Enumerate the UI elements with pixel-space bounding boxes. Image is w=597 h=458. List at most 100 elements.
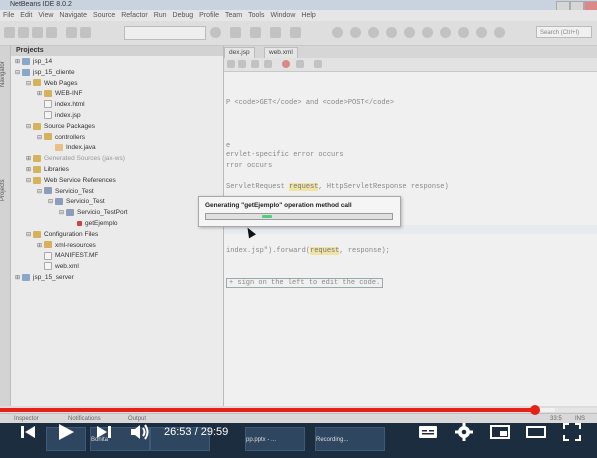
toolbar-icon-a[interactable] — [332, 27, 343, 38]
expand-toggle-icon[interactable]: ⊟ — [37, 133, 44, 143]
expand-toggle-icon[interactable]: ⊟ — [48, 197, 55, 207]
menu-item-view[interactable]: View — [38, 12, 53, 19]
history-icon[interactable] — [238, 60, 246, 68]
tree-node[interactable]: index.html — [37, 100, 85, 110]
toolbar-icon-b[interactable] — [350, 27, 361, 38]
toolbar-icon-i[interactable] — [476, 27, 487, 38]
tree-node[interactable]: ⊟ Servicio_Test — [37, 187, 94, 197]
menu-item-refactor[interactable]: Refactor — [121, 12, 147, 19]
tree-node[interactable]: getEjemplo — [70, 219, 118, 229]
menu-item-navigate[interactable]: Navigate — [59, 12, 87, 19]
toolbar-icon-h[interactable] — [458, 27, 469, 38]
taskbar-item[interactable]: pp.pptx - ... — [245, 427, 305, 451]
video-progress-bar[interactable] — [0, 405, 597, 415]
expand-toggle-icon[interactable]: ⊞ — [15, 57, 22, 67]
breakpoint-icon[interactable] — [282, 60, 290, 68]
build-icon[interactable] — [210, 27, 221, 38]
menu-item-help[interactable]: Help — [301, 12, 315, 19]
expand-toggle-icon[interactable]: ⊟ — [59, 208, 66, 218]
editor-tab-web-xml[interactable]: web.xml — [264, 47, 298, 58]
toolbar-icon-d[interactable] — [386, 27, 397, 38]
menu-item-file[interactable]: File — [3, 12, 14, 19]
redo-icon[interactable] — [80, 27, 91, 38]
menu-item-debug[interactable]: Debug — [173, 12, 194, 19]
configuration-select[interactable] — [124, 26, 206, 40]
open-project-icon[interactable] — [32, 27, 43, 38]
menu-item-profile[interactable]: Profile — [199, 12, 219, 19]
menu-item-source[interactable]: Source — [93, 12, 115, 19]
debug-icon[interactable] — [270, 27, 281, 38]
new-file-icon[interactable] — [4, 27, 15, 38]
tree-node[interactable]: ⊞ xml-resources — [37, 241, 96, 251]
main-toolbar: Search (Ctrl+I) — [0, 21, 597, 46]
expand-toggle-icon[interactable]: ⊟ — [26, 230, 33, 240]
new-project-icon[interactable] — [18, 27, 29, 38]
taskbar-item[interactable]: Recording... — [315, 427, 385, 451]
volume-icon[interactable] — [128, 420, 152, 444]
play-icon[interactable] — [55, 420, 77, 444]
tree-node-label: index.jsp — [55, 112, 81, 119]
editor-tab-index-jsp[interactable]: dex.jsp — [224, 47, 255, 58]
expand-toggle-icon[interactable]: ⊟ — [26, 122, 33, 132]
settings-gear-icon[interactable] — [452, 420, 476, 444]
search-input[interactable]: Search (Ctrl+I) — [536, 26, 592, 38]
tree-node[interactable]: ⊞ jsp_15_server — [15, 273, 74, 283]
source-view-icon[interactable] — [227, 60, 235, 68]
comment-icon[interactable] — [314, 60, 322, 68]
toolbar-icon-j[interactable] — [494, 27, 505, 38]
tree-node[interactable]: ⊟ Configuration Files — [26, 230, 98, 240]
previous-icon[interactable] — [18, 420, 38, 444]
next-icon[interactable] — [94, 420, 114, 444]
expand-toggle-icon[interactable]: ⊟ — [26, 176, 33, 186]
expand-toggle-icon[interactable]: ⊟ — [37, 187, 44, 197]
menu-item-window[interactable]: Window — [270, 12, 295, 19]
expand-toggle-icon[interactable]: ⊞ — [26, 165, 33, 175]
theater-mode-icon[interactable] — [524, 420, 548, 444]
tree-node[interactable]: ⊞ WEB-INF — [37, 89, 82, 99]
toolbar-icon-f[interactable] — [422, 27, 433, 38]
menu-item-run[interactable]: Run — [154, 12, 167, 19]
subtitles-icon[interactable] — [416, 420, 440, 444]
tab-projects[interactable]: Projects — [0, 170, 10, 210]
run-icon[interactable] — [250, 27, 261, 38]
tab-navigator[interactable]: Navigator — [0, 52, 10, 96]
save-all-icon[interactable] — [46, 27, 57, 38]
expand-toggle-icon[interactable]: ⊞ — [37, 89, 44, 99]
tree-node[interactable]: web.xml — [37, 262, 79, 272]
tree-node[interactable]: ⊞ Libraries — [26, 165, 69, 175]
tree-node[interactable]: ⊟ Servicio_Test — [48, 197, 105, 207]
tree-node[interactable]: ⊟ controllers — [37, 133, 85, 143]
menu-item-edit[interactable]: Edit — [20, 12, 32, 19]
toggle-bookmark-icon[interactable] — [296, 60, 304, 68]
undo-icon[interactable] — [66, 27, 77, 38]
clean-build-icon[interactable] — [230, 27, 241, 38]
tree-node[interactable]: Index.java — [48, 143, 96, 153]
tree-node[interactable]: index.jsp — [37, 111, 81, 121]
tree-node[interactable]: ⊟ Source Packages — [26, 122, 95, 132]
tree-node[interactable]: ⊟ Servicio_TestPort — [59, 208, 128, 218]
tree-node-label: Configuration Files — [44, 230, 99, 238]
expand-toggle-icon[interactable]: ⊞ — [26, 154, 33, 164]
forward-icon[interactable] — [264, 60, 272, 68]
fullscreen-icon[interactable] — [560, 420, 584, 444]
toolbar-icon-c[interactable] — [368, 27, 379, 38]
scrubber-handle-icon[interactable] — [530, 405, 540, 415]
expand-toggle-icon[interactable]: ⊟ — [26, 79, 33, 89]
tree-node[interactable]: ⊞ Generated Sources (jax-ws) — [26, 154, 125, 164]
tree-node[interactable]: ⊟ Web Service References — [26, 176, 116, 186]
tree-node[interactable]: MANIFEST.MF — [37, 251, 98, 261]
menu-item-tools[interactable]: Tools — [248, 12, 264, 19]
tree-node-label: getEjemplo — [85, 220, 118, 227]
toolbar-icon-e[interactable] — [404, 27, 415, 38]
tree-node[interactable]: ⊟ jsp_15_cliente — [15, 68, 75, 78]
expand-toggle-icon[interactable]: ⊞ — [37, 241, 44, 251]
profile-icon[interactable] — [290, 27, 301, 38]
expand-toggle-icon[interactable]: ⊟ — [15, 68, 22, 78]
back-icon[interactable] — [251, 60, 259, 68]
tree-node[interactable]: ⊞ jsp_14 — [15, 57, 52, 67]
miniplayer-icon[interactable] — [488, 420, 512, 444]
tree-node[interactable]: ⊟ Web Pages — [26, 79, 77, 89]
toolbar-icon-g[interactable] — [440, 27, 451, 38]
menu-item-team[interactable]: Team — [225, 12, 242, 19]
expand-toggle-icon[interactable]: ⊞ — [15, 273, 22, 283]
